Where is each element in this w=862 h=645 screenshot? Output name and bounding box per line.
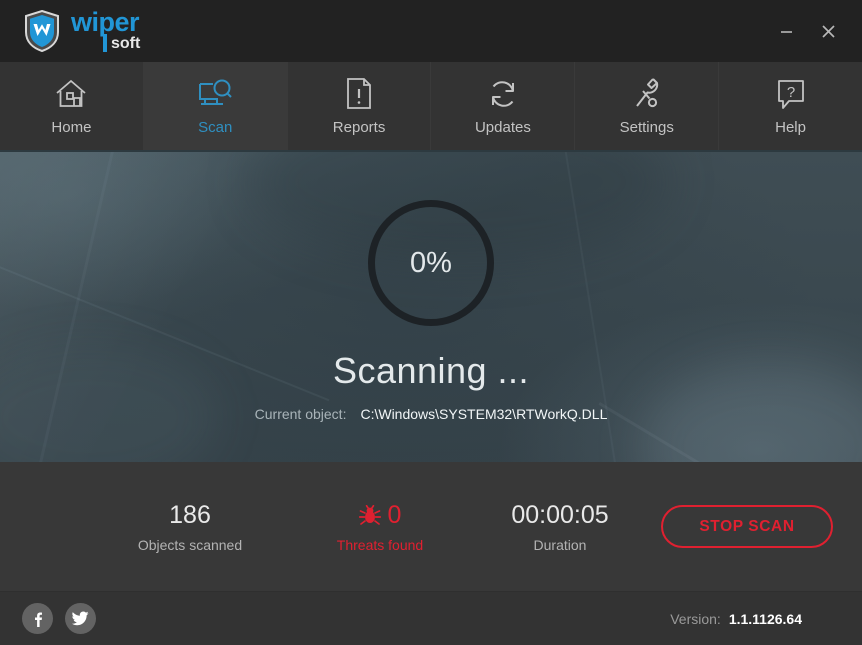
scan-status-panel: 0% Scanning ... Current object: C:\Windo…: [0, 152, 862, 462]
main-navigation: Home Scan: [0, 62, 862, 152]
nav-item-scan[interactable]: Scan: [144, 62, 288, 150]
reports-icon: [345, 77, 373, 111]
help-icon: ?: [776, 77, 806, 111]
app-logo: wiper soft: [24, 10, 140, 52]
stat-value: 00:00:05: [511, 501, 608, 530]
logo-accent-bar: [103, 34, 107, 52]
current-object-label: Current object:: [255, 406, 347, 422]
nav-item-settings[interactable]: Settings: [575, 62, 719, 150]
scan-progress-ring: 0%: [368, 200, 494, 326]
nav-label: Help: [775, 119, 806, 136]
home-icon: [54, 77, 88, 111]
updates-icon: [487, 77, 519, 111]
social-links: [22, 603, 96, 634]
bug-icon: [359, 505, 381, 526]
logo-wordmark: wiper soft: [71, 10, 140, 52]
stat-label: Threats found: [337, 537, 423, 553]
nav-label: Settings: [620, 119, 674, 136]
nav-item-help[interactable]: ? Help: [719, 62, 862, 150]
stat-value: 0: [388, 501, 402, 530]
stop-scan-button[interactable]: STOP SCAN: [661, 505, 833, 548]
title-bar: wiper soft: [0, 0, 862, 62]
stat-label: Objects scanned: [138, 537, 242, 553]
shield-logo-icon: [24, 10, 60, 52]
scan-icon: [197, 77, 233, 111]
current-object-path: C:\Windows\SYSTEM32\RTWorkQ.DLL: [360, 406, 607, 422]
nav-item-reports[interactable]: Reports: [288, 62, 432, 150]
facebook-icon[interactable]: [22, 603, 53, 634]
footer-bar: Version: 1.1.1126.64: [0, 592, 862, 645]
application-window: wiper soft: [0, 0, 862, 645]
nav-item-home[interactable]: Home: [0, 62, 144, 150]
twitter-icon[interactable]: [65, 603, 96, 634]
minimize-button[interactable]: [770, 15, 802, 47]
scan-statistics-bar: 186 Objects scanned: [0, 462, 862, 592]
stat-threats-found: 0 Threats found: [290, 501, 470, 553]
stat-value: 186: [169, 501, 211, 530]
scan-status-text: Scanning ...: [333, 350, 529, 392]
nav-label: Updates: [475, 119, 531, 136]
nav-label: Scan: [198, 119, 232, 136]
progress-percentage: 0%: [410, 247, 452, 280]
stat-label: Duration: [534, 537, 587, 553]
logo-wiper-text: wiper: [71, 10, 140, 36]
settings-icon: [632, 77, 662, 111]
stop-scan-container: STOP SCAN: [650, 505, 834, 548]
close-button[interactable]: [812, 15, 844, 47]
svg-text:?: ?: [786, 84, 794, 101]
version-info: Version: 1.1.1126.64: [670, 611, 840, 627]
version-label: Version:: [670, 611, 721, 627]
version-value: 1.1.1126.64: [729, 611, 802, 627]
stat-duration: 00:00:05 Duration: [470, 501, 650, 553]
current-object-row: Current object: C:\Windows\SYSTEM32\RTWo…: [255, 406, 608, 422]
nav-item-updates[interactable]: Updates: [431, 62, 575, 150]
nav-label: Reports: [333, 119, 386, 136]
nav-label: Home: [51, 119, 91, 136]
window-controls: [770, 0, 844, 62]
stat-objects-scanned: 186 Objects scanned: [90, 501, 290, 553]
logo-soft-text: soft: [111, 36, 140, 52]
